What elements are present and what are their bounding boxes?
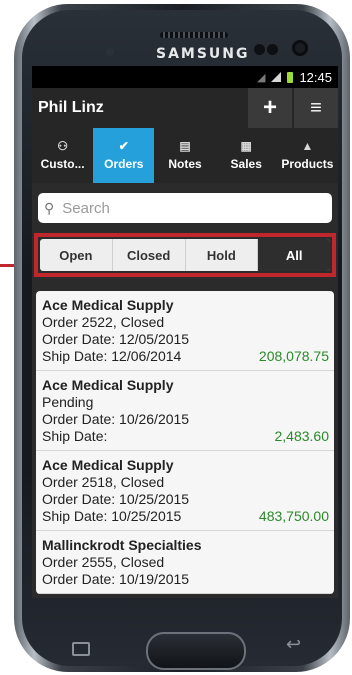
order-amount: 483,750.00 — [258, 508, 329, 524]
clock: 12:45 — [299, 69, 332, 85]
order-date: Order Date: 12/05/2015 — [42, 331, 190, 347]
customer-name: Ace Medical Supply — [42, 297, 174, 313]
order-amount: 208,078.75 — [258, 348, 329, 364]
ship-date: Ship Date: — [42, 428, 108, 444]
check-icon: ✔ — [118, 139, 129, 153]
customer-name: Mallinckrodt Specialties — [42, 537, 202, 553]
tab-label: Notes — [168, 157, 202, 171]
search-icon: ⚲ — [44, 199, 55, 216]
tab-sales[interactable]: ▦ Sales — [216, 128, 277, 183]
order-date: Order Date: 10/19/2015 — [42, 571, 190, 587]
customer-name: Ace Medical Supply — [42, 457, 174, 473]
order-status: Order 2555, Closed — [42, 554, 165, 570]
ship-date: Ship Date: 10/25/2015 — [42, 508, 182, 524]
list-item[interactable]: Ace Medical Supply Pending Order Date: 1… — [36, 371, 334, 451]
order-status: Order 2522, Closed — [42, 314, 165, 330]
filter-hold[interactable]: Hold — [186, 239, 259, 271]
customers-icon: ⚇ — [57, 139, 68, 153]
tab-label: Custo... — [40, 157, 85, 171]
menu-key-icon[interactable] — [72, 642, 90, 656]
user-name: Phil Linz — [38, 99, 104, 116]
filter-open[interactable]: Open — [40, 239, 113, 271]
tab-label: Products — [281, 157, 334, 171]
search-bar: ⚲ — [32, 183, 338, 229]
front-camera — [292, 40, 308, 56]
tab-label: Orders — [104, 157, 144, 171]
brand-logo: SAMSUNG — [156, 46, 250, 62]
list-menu-button[interactable]: ≡ — [294, 88, 338, 128]
light-sensor — [267, 44, 278, 55]
add-button[interactable]: + — [248, 88, 292, 128]
status-bar: ◢ 12:45 — [32, 66, 338, 88]
order-amount: 2,483.60 — [274, 428, 330, 444]
search-box: ⚲ — [38, 193, 332, 223]
front-led — [106, 48, 114, 56]
status-filter: Open Closed Hold All — [40, 239, 330, 271]
list-item[interactable]: Ace Medical Supply Order 2518, Closed Or… — [36, 451, 334, 531]
app-header: Phil Linz + ≡ — [32, 88, 338, 128]
list-item[interactable]: Ace Medical Supply Order 2522, Closed Or… — [36, 291, 334, 371]
tab-orders[interactable]: ✔ Orders — [93, 128, 155, 183]
order-date: Order Date: 10/25/2015 — [42, 491, 190, 507]
filter-closed[interactable]: Closed — [113, 239, 186, 271]
products-icon: ▲ — [301, 139, 314, 153]
filter-highlight-frame: Open Closed Hold All — [34, 233, 336, 277]
order-date: Order Date: 10/26/2015 — [42, 411, 190, 427]
tab-customers[interactable]: ⚇ Custo... — [32, 128, 93, 183]
tab-label: Sales — [230, 157, 262, 171]
notes-icon: ▤ — [179, 139, 191, 153]
nav-tabs: ⚇ Custo... ✔ Orders ▤ Notes ▦ Sales ▲ Pr… — [32, 128, 338, 183]
customer-name: Ace Medical Supply — [42, 377, 174, 393]
earpiece-speaker — [160, 32, 228, 38]
list-item[interactable]: Mallinckrodt Specialties Order 2555, Clo… — [36, 531, 334, 594]
home-button[interactable] — [146, 632, 246, 670]
filter-all[interactable]: All — [258, 239, 330, 271]
tab-products[interactable]: ▲ Products — [277, 128, 338, 183]
battery-icon — [287, 71, 294, 83]
sales-icon: ▦ — [240, 139, 252, 153]
proximity-sensor — [254, 44, 265, 55]
order-status: Pending — [42, 394, 94, 410]
tab-notes[interactable]: ▤ Notes — [154, 128, 215, 183]
back-key-icon[interactable]: ↩ — [286, 634, 301, 655]
order-status: Order 2518, Closed — [42, 474, 165, 490]
search-input[interactable] — [60, 198, 332, 218]
app-screen: ◢ 12:45 Phil Linz + ≡ ⚇ Custo... ✔ Order… — [32, 66, 338, 598]
orders-list: Ace Medical Supply Order 2522, Closed Or… — [36, 291, 334, 594]
signal-icon — [271, 72, 282, 82]
wifi-icon: ◢ — [256, 71, 266, 84]
ship-date: Ship Date: 12/06/2014 — [42, 348, 182, 364]
hardware-keys: ↩ — [14, 626, 350, 670]
